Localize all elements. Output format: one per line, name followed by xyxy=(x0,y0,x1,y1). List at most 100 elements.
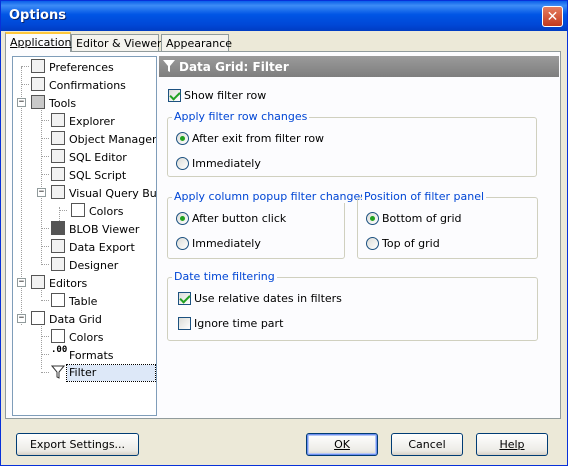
table-icon xyxy=(51,293,65,307)
sql-script-icon xyxy=(51,167,65,181)
tree-item-label: Data Grid xyxy=(49,313,102,326)
after-exit-radio[interactable] xyxy=(176,132,189,145)
tree-item-filter[interactable]: Filter xyxy=(13,364,156,382)
tree-item-preferences[interactable]: Preferences xyxy=(13,58,156,76)
explorer-icon xyxy=(51,113,65,127)
tree-item-sql-editor[interactable]: SQL Editor xyxy=(13,148,156,166)
tree-item-label: Table xyxy=(69,295,98,308)
group-title: Apply filter row changes xyxy=(172,110,310,123)
tab-appearance[interactable]: Appearance xyxy=(161,34,232,51)
immediately-label: Immediately xyxy=(192,237,261,250)
colors-icon xyxy=(71,203,85,217)
tree-item-tools[interactable]: − Tools xyxy=(13,94,156,112)
tree-item-data-export[interactable]: Data Export xyxy=(13,238,156,256)
tree-item-data-grid[interactable]: − Data Grid xyxy=(13,310,156,328)
date-time-filtering-group: Date time filtering Use relative dates i… xyxy=(167,270,538,341)
data-export-icon xyxy=(51,239,65,253)
tree-item-label: Filter xyxy=(66,364,156,382)
tree-item-label: Visual Query Builder xyxy=(69,187,157,200)
tree-item-label: Preferences xyxy=(49,61,114,74)
tree-item-object-manager[interactable]: Object Manager xyxy=(13,130,156,148)
tree-item-explorer[interactable]: Explorer xyxy=(13,112,156,130)
apply-filter-row-group: Apply filter row changes After exit from… xyxy=(167,110,537,177)
tree-item-colors-vqb[interactable]: Colors xyxy=(13,202,156,220)
collapse-icon[interactable]: − xyxy=(17,98,26,107)
options-tree[interactable]: Preferences Confirmations − Tools Explor… xyxy=(12,56,157,416)
collapse-icon[interactable]: − xyxy=(17,314,26,323)
object-manager-icon xyxy=(51,131,65,145)
colors-icon xyxy=(51,329,65,343)
filter-settings-panel: Data Grid: Filter Show filter row Apply … xyxy=(159,56,559,416)
top-of-grid-label: Top of grid xyxy=(382,237,440,250)
tree-item-colors-grid[interactable]: Colors xyxy=(13,328,156,346)
tab-application[interactable]: Application xyxy=(5,32,71,52)
export-settings-button[interactable]: Export Settings... xyxy=(16,433,139,456)
tree-item-label: Data Export xyxy=(69,241,135,254)
preferences-icon xyxy=(31,59,45,73)
tools-icon xyxy=(31,95,45,109)
tab-panel: Preferences Confirmations − Tools Explor… xyxy=(5,51,561,419)
group-title: Position of filter panel xyxy=(362,190,487,203)
editors-icon xyxy=(31,275,45,289)
tab-editor-viewers[interactable]: Editor & Viewers xyxy=(71,34,167,51)
top-of-grid-radio[interactable] xyxy=(366,237,379,250)
after-button-click-label: After button click xyxy=(192,212,287,225)
close-button[interactable]: ✕ xyxy=(542,6,563,27)
help-button[interactable]: Help xyxy=(476,433,548,456)
tree-item-formats[interactable]: .00 Formats xyxy=(13,346,156,364)
tree-item-label: Formats xyxy=(69,349,114,362)
tree-item-confirmations[interactable]: Confirmations xyxy=(13,76,156,94)
blob-viewer-icon xyxy=(51,221,65,235)
tree-item-blob-viewer[interactable]: BLOB Viewer xyxy=(13,220,156,238)
ignore-time-part-label: Ignore time part xyxy=(194,317,284,330)
tree-item-label: Colors xyxy=(69,331,104,344)
tab-application-label: Application xyxy=(10,36,72,49)
cancel-label: Cancel xyxy=(408,438,446,451)
panel-header: Data Grid: Filter xyxy=(159,56,559,77)
immediately-label: Immediately xyxy=(192,157,261,170)
after-exit-label: After exit from filter row xyxy=(192,132,325,145)
tree-item-editors[interactable]: − Editors xyxy=(13,274,156,292)
tree-item-label: Colors xyxy=(89,205,124,218)
options-window: Options ✕ Application Editor & Viewers A… xyxy=(0,0,568,466)
collapse-icon[interactable]: − xyxy=(17,278,26,287)
title-bar[interactable]: Options ✕ xyxy=(1,1,567,31)
after-button-click-radio[interactable] xyxy=(176,212,189,225)
apply-column-popup-group: Apply column popup filter changes After … xyxy=(167,190,368,259)
tab-editor-viewers-label: Editor & Viewers xyxy=(76,37,168,50)
window-title: Options xyxy=(9,8,66,23)
export-settings-label: Export Settings... xyxy=(29,438,126,451)
immediately-radio[interactable] xyxy=(176,237,189,250)
tree-item-label: Editors xyxy=(49,277,88,290)
sql-editor-icon xyxy=(51,149,65,163)
ignore-time-part-checkbox[interactable] xyxy=(178,317,191,330)
help-label: Help xyxy=(499,438,525,451)
group-title: Date time filtering xyxy=(172,270,277,283)
tree-item-label: SQL Editor xyxy=(69,151,127,164)
use-relative-dates-checkbox[interactable] xyxy=(178,292,191,305)
tree-item-designer[interactable]: Designer xyxy=(13,256,156,274)
ok-button[interactable]: OK xyxy=(306,433,378,456)
tree-item-label: Explorer xyxy=(69,115,115,128)
show-filter-row-label: Show filter row xyxy=(184,89,267,102)
tree-item-visual-query-builder[interactable]: − Visual Query Builder xyxy=(13,184,156,202)
tree-item-label: Designer xyxy=(69,259,119,272)
cancel-button[interactable]: Cancel xyxy=(391,433,463,456)
visual-query-builder-icon xyxy=(51,185,65,199)
tree-item-label: SQL Script xyxy=(69,169,127,182)
collapse-icon[interactable]: − xyxy=(37,188,46,197)
filter-icon xyxy=(51,365,65,379)
position-filter-panel-group: Position of filter panel Bottom of grid … xyxy=(357,190,538,259)
panel-title: Data Grid: Filter xyxy=(179,60,289,74)
group-title: Apply column popup filter changes xyxy=(172,190,368,203)
designer-icon xyxy=(51,257,65,271)
tree-item-sql-script[interactable]: SQL Script xyxy=(13,166,156,184)
show-filter-row-checkbox[interactable] xyxy=(168,89,181,102)
tree-item-label: Confirmations xyxy=(49,79,126,92)
tree-item-table[interactable]: Table xyxy=(13,292,156,310)
confirmations-icon xyxy=(31,77,45,91)
immediately-radio[interactable] xyxy=(176,157,189,170)
ok-label: OK xyxy=(334,438,350,451)
bottom-of-grid-radio[interactable] xyxy=(366,212,379,225)
formats-icon: .00 xyxy=(51,345,68,355)
